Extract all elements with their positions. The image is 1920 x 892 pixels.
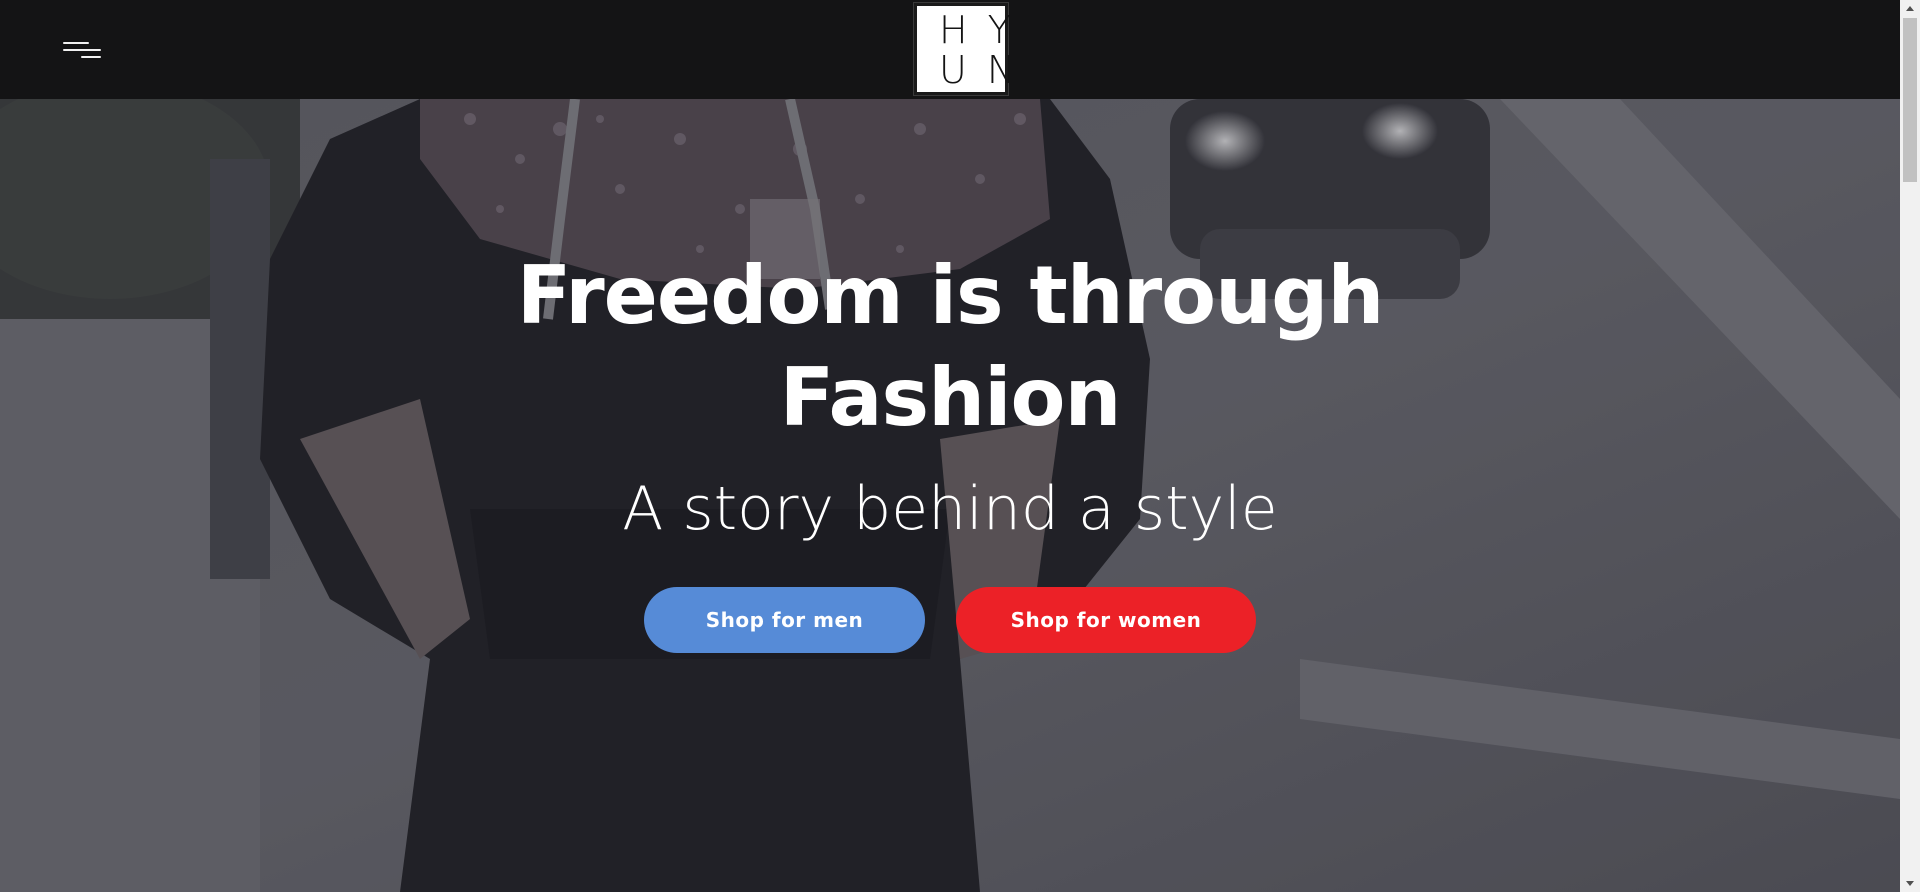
hero-section: Freedom is through Fashion A story behin…: [0, 99, 1900, 892]
scroll-up-arrow-icon[interactable]: [1900, 0, 1920, 17]
menu-bar: [81, 56, 101, 58]
logo-row-top: HY: [917, 10, 1011, 50]
brand-logo[interactable]: HY UN: [913, 2, 1015, 96]
vertical-scrollbar[interactable]: [1900, 0, 1920, 892]
logo-text-top: HY: [939, 8, 1031, 52]
scroll-down-arrow-icon[interactable]: [1900, 875, 1920, 892]
hero-subtitle: A story behind a style: [622, 474, 1278, 544]
site-header: HY UN: [0, 0, 1900, 99]
hero-title-line1: Freedom is through: [516, 249, 1385, 342]
hamburger-menu-icon[interactable]: [55, 36, 105, 66]
shop-for-women-button[interactable]: Shop for women: [956, 587, 1256, 653]
logo-text-bottom: UN: [939, 48, 1036, 92]
hero-title-line2: Fashion: [779, 351, 1122, 444]
shop-for-men-button[interactable]: Shop for men: [644, 587, 925, 653]
hero-title: Freedom is through Fashion: [450, 245, 1450, 449]
menu-bar: [63, 49, 101, 51]
menu-bar: [63, 42, 89, 44]
logo-row-bottom: UN: [917, 50, 1015, 90]
scrollbar-thumb[interactable]: [1903, 18, 1917, 182]
